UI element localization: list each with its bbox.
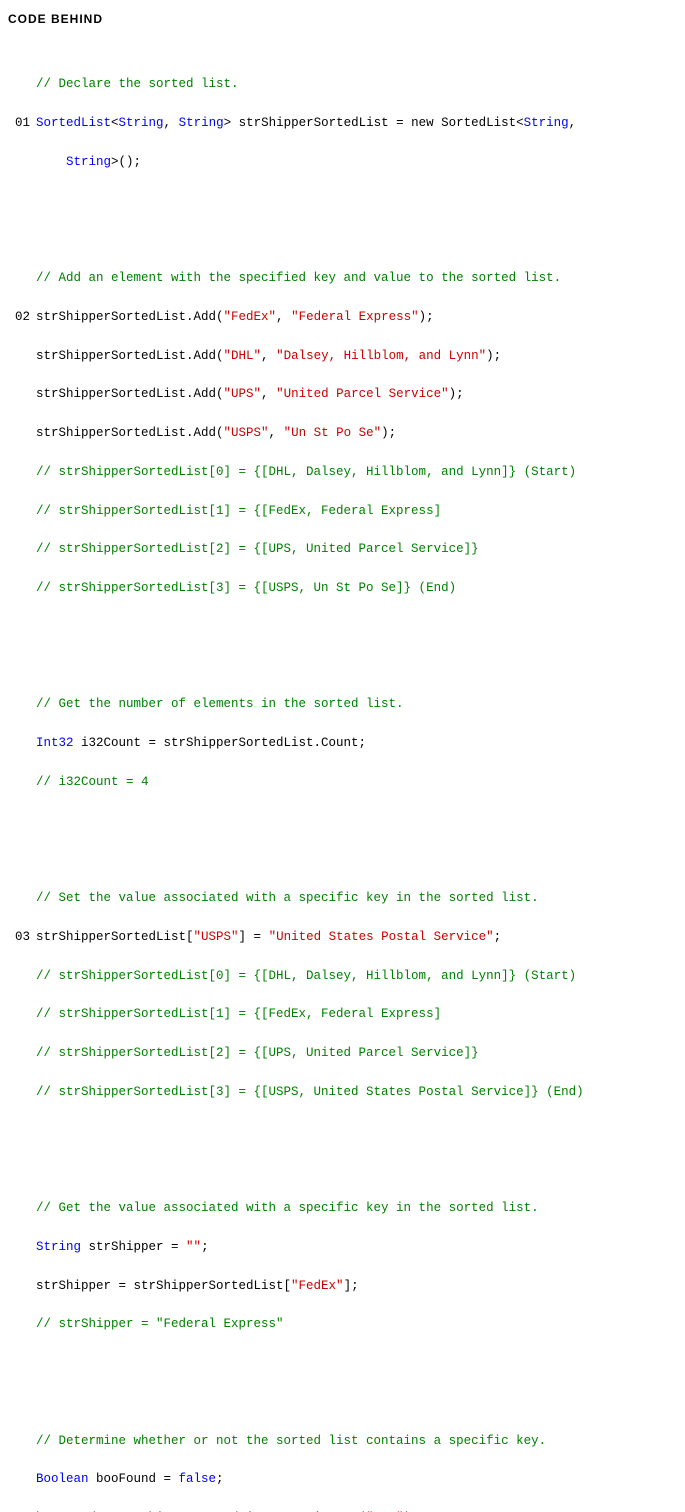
line-02-d: strShipperSortedList.Add("USPS", "Un St … [8, 424, 675, 443]
line-bool-decl: Boolean booFound = false; [8, 1470, 675, 1489]
line-str-assign: strShipper = strShipperSortedList["FedEx… [8, 1277, 675, 1296]
line-comment-1: // Declare the sorted list. [8, 75, 675, 94]
line-count-decl: Int32 i32Count = strShipperSortedList.Co… [8, 734, 675, 753]
line-comment-2: // Add an element with the specified key… [8, 269, 675, 288]
line-empty-3 [8, 831, 675, 850]
line-empty-2 [8, 637, 675, 656]
line-comment-3: // Get the number of elements in the sor… [8, 695, 675, 714]
line-comment-02-2: // strShipperSortedList[2] = {[UPS, Unit… [8, 540, 675, 559]
line-comment-02-1: // strShipperSortedList[1] = {[FedEx, Fe… [8, 502, 675, 521]
code-header: CODE BEHIND [8, 10, 675, 29]
line-comment-6: // Determine whether or not the sorted l… [8, 1432, 675, 1451]
code-block: // Declare the sorted list. 01 SortedLis… [8, 37, 675, 1512]
line-02: 02 strShipperSortedList.Add("FedEx", "Fe… [8, 308, 675, 327]
line-comment-4: // Set the value associated with a speci… [8, 889, 675, 908]
line-comment-shipper: // strShipper = "Federal Express" [8, 1315, 675, 1334]
line-comment-03-2: // strShipperSortedList[2] = {[UPS, Unit… [8, 1044, 675, 1063]
line-comment-5: // Get the value associated with a speci… [8, 1199, 675, 1218]
line-comment-03-3: // strShipperSortedList[3] = {[USPS, Uni… [8, 1083, 675, 1102]
line-comment-02-0: // strShipperSortedList[0] = {[DHL, Dals… [8, 463, 675, 482]
line-01-cont: String>(); [8, 153, 675, 172]
line-02-b: strShipperSortedList.Add("DHL", "Dalsey,… [8, 347, 675, 366]
line-01: 01 SortedList<String, String> strShipper… [8, 114, 675, 133]
line-empty-5 [8, 1373, 675, 1392]
line-contains-key: booFound = strShipperSortedList.Contains… [8, 1509, 675, 1512]
line-comment-03-1: // strShipperSortedList[1] = {[FedEx, Fe… [8, 1005, 675, 1024]
line-empty-1 [8, 211, 675, 230]
line-02-c: strShipperSortedList.Add("UPS", "United … [8, 385, 675, 404]
line-03: 03 strShipperSortedList["USPS"] = "Unite… [8, 928, 675, 947]
line-str-decl: String strShipper = ""; [8, 1238, 675, 1257]
line-empty-4 [8, 1141, 675, 1160]
line-comment-count: // i32Count = 4 [8, 773, 675, 792]
line-comment-03-0: // strShipperSortedList[0] = {[DHL, Dals… [8, 967, 675, 986]
line-comment-02-3: // strShipperSortedList[3] = {[USPS, Un … [8, 579, 675, 598]
